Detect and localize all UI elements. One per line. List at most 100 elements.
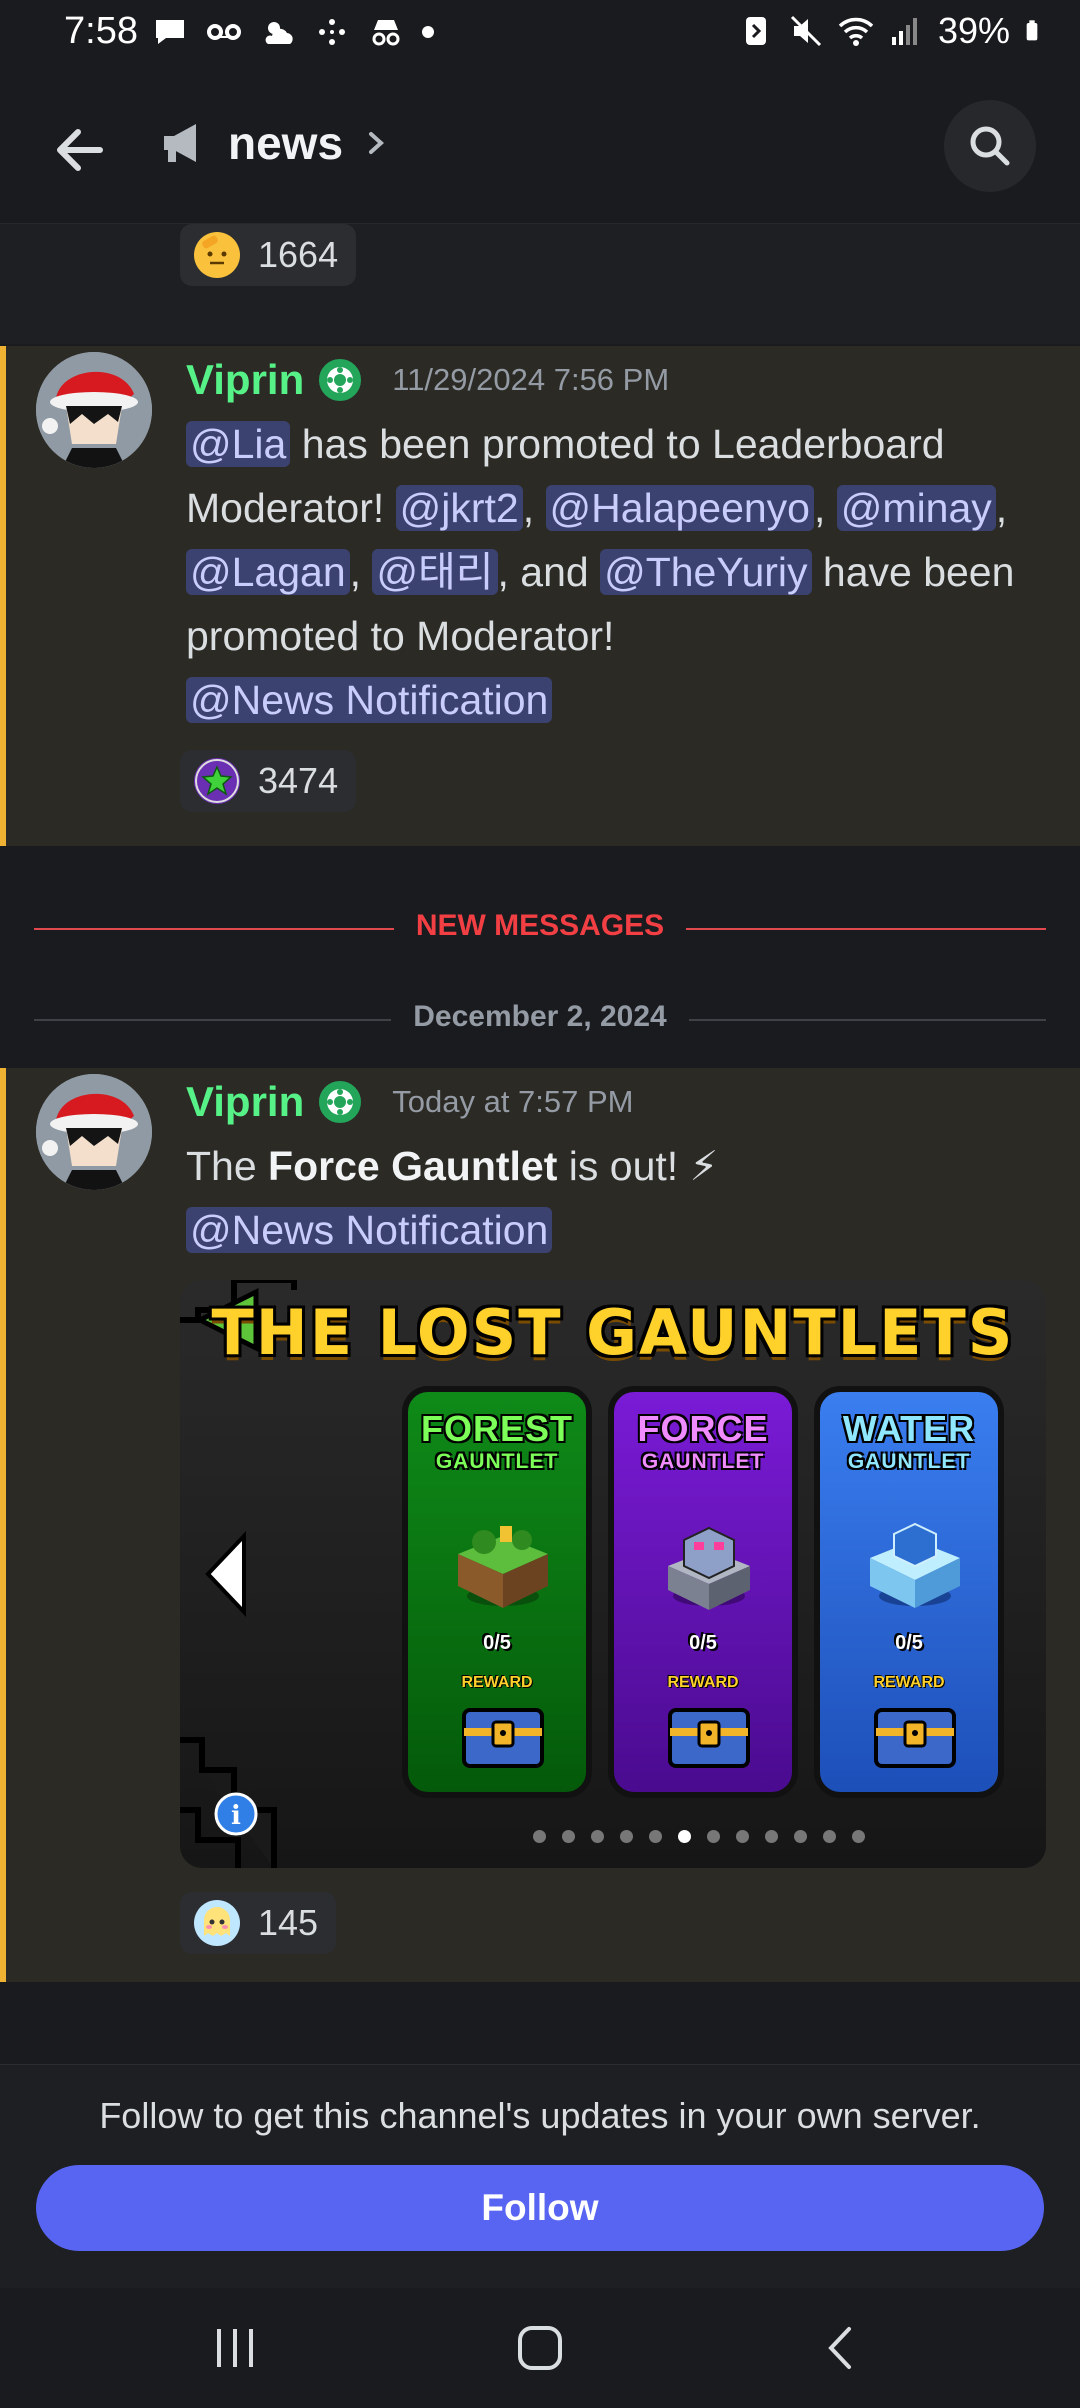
user-mention[interactable]: @Lagan	[186, 549, 350, 595]
avatar[interactable]	[36, 1074, 152, 1190]
reaction-blushing-ghost[interactable]: 145	[180, 1892, 337, 1954]
verified-badge-icon	[316, 356, 365, 404]
megaphone-icon	[164, 124, 196, 162]
reaction-count: 145	[258, 1902, 319, 1943]
previous-message-tail	[0, 224, 1080, 344]
gauntlet-card-forest[interactable]: FOREST GAUNTLET 0/5 REWARD	[402, 1386, 592, 1798]
voicemail-icon	[207, 24, 241, 40]
nfc-icon	[745, 17, 766, 45]
page-dot	[707, 1830, 720, 1843]
home-button[interactable]	[480, 2308, 600, 2388]
gauntlet-name: WATER	[842, 1408, 976, 1449]
timestamp: Today at 7:57 PM	[392, 1084, 634, 1119]
page-dot	[765, 1830, 778, 1843]
weather-icon	[265, 22, 293, 44]
gauntlet-card-force[interactable]: FORCE GAUNTLET 0/5 REWARD	[608, 1386, 798, 1798]
recent-apps-button[interactable]	[176, 2308, 296, 2388]
message-text: ,	[349, 549, 373, 595]
page-dot	[736, 1830, 749, 1843]
user-mention[interactable]: @태리	[372, 549, 498, 595]
page-dot	[533, 1830, 546, 1843]
chevron-left-icon	[828, 2327, 851, 2369]
page-dot	[620, 1830, 633, 1843]
more-notifications-dot	[422, 26, 434, 38]
timestamp: 11/29/2024 7:56 PM	[392, 362, 670, 397]
search-button[interactable]	[944, 100, 1036, 192]
reaction-count: 3474	[258, 760, 339, 801]
channel-title[interactable]: news	[160, 116, 387, 170]
back-button[interactable]	[44, 114, 116, 186]
message-text: ,	[814, 485, 837, 531]
page-dot	[794, 1830, 807, 1843]
user-mention[interactable]: @minay	[836, 485, 996, 531]
chest-icon	[462, 1708, 544, 1768]
avatar[interactable]	[36, 352, 152, 468]
page-dot	[852, 1830, 865, 1843]
follow-panel: Follow to get this channel's updates in …	[0, 2064, 1080, 2288]
gauntlet-reward-label: REWARD	[461, 1674, 533, 1691]
mute-icon	[790, 15, 821, 47]
gauntlet-progress: 0/5	[483, 1632, 511, 1654]
message-text: ,	[995, 485, 1008, 531]
author-name[interactable]: Viprin	[186, 356, 304, 404]
page-indicator	[533, 1830, 865, 1843]
back-nav-button[interactable]	[782, 2308, 902, 2388]
home-icon	[518, 2326, 562, 2370]
system-navigation-bar	[0, 2288, 1080, 2408]
user-mention[interactable]: @Lia	[186, 421, 291, 467]
gauntlet-reward-label: REWARD	[873, 1674, 945, 1691]
date-divider: December 2, 2024	[34, 1000, 1046, 1040]
message-content: The Force Gauntlet is out! ⚡ @News Notif…	[186, 1134, 1046, 1262]
saluting-face-icon	[194, 232, 240, 278]
recents-icon	[217, 2329, 253, 2367]
gauntlet-subtitle: GAUNTLET	[435, 1450, 559, 1473]
gauntlet-subtitle: GAUNTLET	[641, 1450, 765, 1473]
reaction-saluting[interactable]: 1664	[180, 224, 357, 286]
status-bar: 7:58 39%	[0, 0, 1080, 72]
message-text: ,	[522, 485, 546, 531]
chest-icon	[668, 1708, 750, 1768]
role-mention[interactable]: @News Notification	[186, 677, 553, 723]
user-mention[interactable]: @Halapeenyo	[545, 485, 814, 531]
message-text: The	[186, 1143, 269, 1189]
author-name[interactable]: Viprin	[186, 1078, 304, 1126]
new-messages-divider: NEW MESSAGES	[34, 909, 1046, 949]
new-messages-label: NEW MESSAGES	[393, 909, 687, 942]
system-icons: 39%	[738, 10, 1048, 52]
user-mention[interactable]: @jkrt2	[395, 485, 523, 531]
wifi-icon	[838, 17, 874, 46]
gauntlet-name: FORCE	[637, 1408, 769, 1449]
search-icon	[970, 126, 1010, 166]
blushing-ghost-icon	[194, 1900, 240, 1946]
follow-button[interactable]: Follow	[36, 2165, 1044, 2251]
message-text: , and	[497, 549, 601, 595]
user-mention[interactable]: @TheYuriy	[600, 549, 812, 595]
verified-badge-icon	[316, 1078, 365, 1126]
reaction-green-star[interactable]: 3474	[180, 750, 357, 812]
gauntlet-subtitle: GAUNTLET	[847, 1450, 971, 1473]
water-crystal-icon	[870, 1522, 960, 1608]
clock: 7:58	[64, 10, 138, 52]
sparkle-icon	[319, 19, 345, 45]
message-feed[interactable]: 1664 Viprin 11/29/2024 7:56 PM @Lia has …	[0, 224, 1080, 2064]
page-dot	[562, 1830, 575, 1843]
battery-icon	[1026, 20, 1038, 41]
svg-text:i: i	[231, 1801, 241, 1831]
gauntlet-name: FOREST	[420, 1408, 573, 1449]
message-viprin-promotions[interactable]: Viprin 11/29/2024 7:56 PM @Lia has been …	[0, 346, 1080, 846]
gauntlet-reward-label: REWARD	[667, 1674, 739, 1691]
embed-image-lost-gauntlets[interactable]: i THE LOST GAUNTLETS FOREST GAUNTLET 0/5…	[180, 1280, 1046, 1868]
page-dot	[591, 1830, 604, 1843]
gauntlet-card-water[interactable]: WATER GAUNTLET 0/5 REWARD	[814, 1386, 1004, 1798]
embed-title: THE LOST GAUNTLETS	[211, 1296, 1015, 1369]
forest-island-icon	[458, 1526, 548, 1608]
date-label: December 2, 2024	[391, 1000, 689, 1033]
channel-name: news	[228, 117, 344, 169]
message-header: Viprin Today at 7:57 PM	[186, 1078, 634, 1126]
message-bold-text: Force Gauntlet	[268, 1143, 558, 1189]
role-mention[interactable]: @News Notification	[186, 1207, 553, 1253]
incognito-icon	[372, 20, 400, 46]
battery-percent: 39%	[937, 10, 1010, 51]
message-text: is out! ⚡	[557, 1143, 719, 1189]
signal-icon	[891, 18, 917, 45]
